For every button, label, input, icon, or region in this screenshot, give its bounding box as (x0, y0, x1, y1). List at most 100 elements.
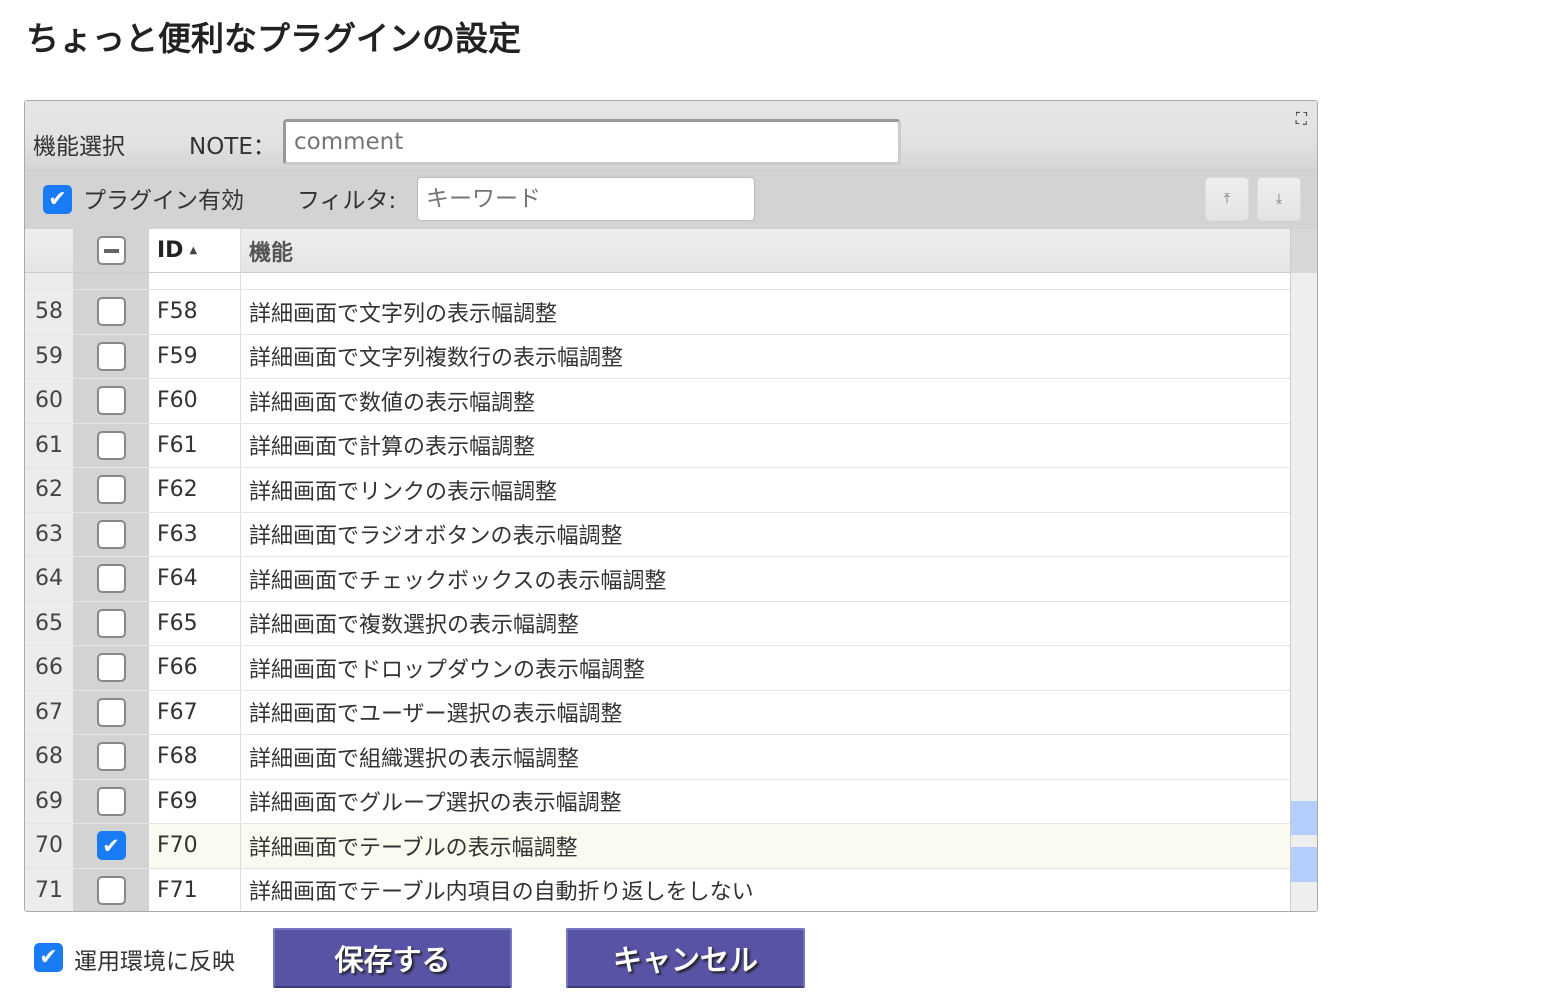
row-id: F68 (149, 735, 241, 779)
row-number: 67 (25, 690, 73, 734)
row-checkbox[interactable] (96, 564, 126, 594)
row-number: 69 (25, 779, 73, 823)
row-number: 70 (25, 824, 73, 868)
row-number: 58 (25, 290, 73, 334)
plugin-enabled-label: プラグイン有効 (83, 188, 244, 214)
row-id: F66 (149, 646, 241, 690)
row-checkbox[interactable] (96, 519, 126, 549)
table-row[interactable]: 69 F69 詳細画面でグループ選択の表示幅調整 (25, 779, 1291, 824)
header-id[interactable]: ID ▲ (149, 229, 241, 272)
plugin-enabled-checkbox[interactable]: ✔ (43, 185, 72, 214)
row-checkbox[interactable] (96, 875, 126, 905)
row-checkbox[interactable] (96, 608, 126, 638)
arrow-to-bottom-icon: ⤓ (1275, 191, 1283, 207)
table-row[interactable]: 61 F61 詳細画面で計算の表示幅調整 (25, 423, 1291, 468)
row-checkbox[interactable] (96, 697, 126, 727)
row-function: 詳細画面でチェックボックスの表示幅調整 (241, 557, 1291, 601)
row-checkbox[interactable] (96, 475, 126, 505)
row-number: 62 (25, 468, 73, 512)
table-row[interactable]: 66 F66 詳細画面でドロップダウンの表示幅調整 (25, 646, 1291, 691)
row-number: 59 (25, 334, 73, 378)
move-top-button[interactable]: ⤒ (1205, 177, 1249, 221)
filter-input[interactable] (417, 177, 755, 221)
row-id: F70 (149, 824, 241, 868)
note-label: NOTE： (189, 134, 276, 160)
table-row[interactable]: 60 F60 詳細画面で数値の表示幅調整 (25, 379, 1291, 424)
row-function: 詳細画面でラジオボタンの表示幅調整 (241, 512, 1291, 556)
note-input[interactable] (283, 119, 901, 165)
row-checkbox[interactable] (96, 386, 126, 416)
row-function: 詳細画面でテーブルの表示幅調整 (241, 824, 1291, 868)
header-rownum (25, 229, 73, 272)
move-bottom-button[interactable]: ⤓ (1257, 177, 1301, 221)
row-id: F59 (149, 334, 241, 378)
row-function: 詳細画面で計算の表示幅調整 (241, 423, 1291, 467)
row-function: 詳細画面でテーブル内項目の自動折り返しをしない (241, 868, 1291, 911)
table-row[interactable]: 67 F67 詳細画面でユーザー選択の表示幅調整 (25, 690, 1291, 735)
row-id: F71 (149, 868, 241, 911)
row-number: 64 (25, 557, 73, 601)
row-function: 詳細画面でグループ選択の表示幅調整 (241, 779, 1291, 823)
table-row[interactable]: 68 F68 詳細画面で組織選択の表示幅調整 (25, 735, 1291, 780)
row-function: 詳細画面で文字列複数行の表示幅調整 (241, 334, 1291, 378)
table-row[interactable]: 64 F64 詳細画面でチェックボックスの表示幅調整 (25, 557, 1291, 602)
expand-icon[interactable]: ⛶ (1296, 109, 1307, 129)
row-function: 詳細画面でリンクの表示幅調整 (241, 468, 1291, 512)
row-number: 63 (25, 512, 73, 556)
section-label: 機能選択 (33, 134, 125, 160)
row-id: F64 (149, 557, 241, 601)
table-row[interactable]: 58 F58 詳細画面で文字列の表示幅調整 (25, 290, 1291, 335)
header-select-all[interactable] (73, 229, 149, 272)
row-function: 詳細画面でドロップダウンの表示幅調整 (241, 646, 1291, 690)
function-table: ID ▲ 機能 58 F58 詳細画面で文字列の表示幅調整 59 F59 詳細画面で… (25, 229, 1291, 911)
row-checkbox[interactable] (96, 653, 126, 683)
scroll-marker (1291, 847, 1317, 882)
row-number: 65 (25, 601, 73, 645)
select-all-checkbox[interactable] (96, 236, 126, 265)
toolbar-top: 機能選択 NOTE： ⛶ (25, 101, 1317, 171)
cancel-button[interactable]: キャンセル (566, 928, 805, 988)
table-row[interactable]: 70 ✔ F70 詳細画面でテーブルの表示幅調整 (25, 824, 1291, 869)
row-function: 詳細画面で組織選択の表示幅調整 (241, 735, 1291, 779)
row-number: 60 (25, 379, 73, 423)
row-function: 詳細画面で数値の表示幅調整 (241, 379, 1291, 423)
row-checkbox[interactable]: ✔ (96, 831, 126, 861)
row-id: F60 (149, 379, 241, 423)
plugin-settings-panel: 機能選択 NOTE： ⛶ ✔ プラグイン有効 フィルタ: ⤒ ⤓ ID▲ 機能 … (24, 100, 1318, 912)
table-header: ID ▲ 機能 (25, 229, 1291, 273)
row-checkbox[interactable] (96, 786, 126, 816)
row-number: 61 (25, 423, 73, 467)
page-title: ちょっと便利なプラグインの設定 (26, 19, 521, 58)
row-id: F63 (149, 512, 241, 556)
row-id: F58 (149, 290, 241, 334)
table-row[interactable]: 65 F65 詳細画面で複数選択の表示幅調整 (25, 601, 1291, 646)
apply-env-label: 運用環境に反映 (74, 949, 235, 975)
row-number: 66 (25, 646, 73, 690)
row-checkbox[interactable] (96, 742, 126, 772)
row-function: 詳細画面でユーザー選択の表示幅調整 (241, 690, 1291, 734)
vertical-scrollbar[interactable] (1290, 229, 1317, 911)
row-number: 71 (25, 868, 73, 911)
row-checkbox[interactable] (96, 430, 126, 460)
table-row[interactable]: 59 F59 詳細画面で文字列複数行の表示幅調整 (25, 334, 1291, 379)
row-checkbox[interactable] (96, 297, 126, 327)
table-row[interactable]: 71 F71 詳細画面でテーブル内項目の自動折り返しをしない (25, 868, 1291, 911)
row-id: F62 (149, 468, 241, 512)
header-function: 機能 (249, 240, 294, 266)
footer: ✔ 運用環境に反映 保存する キャンセル (0, 926, 900, 990)
save-button[interactable]: 保存する (273, 928, 512, 988)
table-row[interactable]: 63 F63 詳細画面でラジオボタンの表示幅調整 (25, 512, 1291, 557)
row-checkbox[interactable] (96, 341, 126, 371)
scroll-marker (1291, 801, 1317, 835)
filter-label: フィルタ: (297, 188, 397, 214)
arrow-to-top-icon: ⤒ (1223, 191, 1231, 207)
sort-asc-icon: ▲ (189, 245, 198, 256)
row-id: F67 (149, 690, 241, 734)
row-number: 68 (25, 735, 73, 779)
apply-env-checkbox[interactable]: ✔ (34, 943, 63, 972)
table-row[interactable]: 62 F62 詳細画面でリンクの表示幅調整 (25, 468, 1291, 513)
row-id: F69 (149, 779, 241, 823)
row-id: F65 (149, 601, 241, 645)
toolbar-filter: ✔ プラグイン有効 フィルタ: ⤒ ⤓ (25, 171, 1317, 229)
row-id: F61 (149, 423, 241, 467)
